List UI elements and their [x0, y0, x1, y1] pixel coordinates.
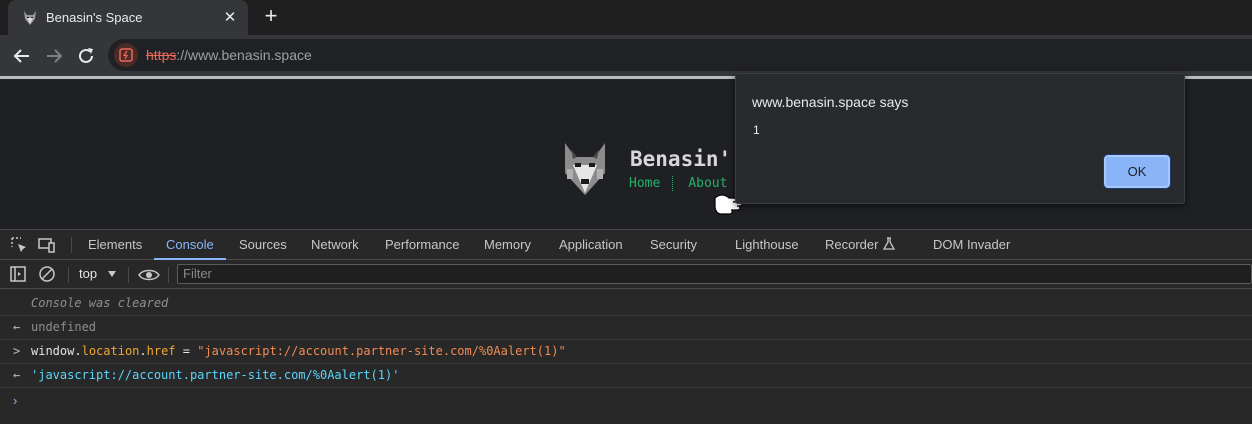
result-value: undefined [31, 320, 97, 334]
code-dot: . [74, 344, 82, 358]
result-arrow-icon: ← [13, 320, 21, 334]
site-nav: Home About [629, 176, 739, 191]
browser-toolbar: https://www.benasin.space [0, 35, 1252, 76]
code-operator: = [175, 344, 198, 358]
toolbar-separator [128, 267, 129, 283]
tab-sources[interactable]: Sources [239, 230, 287, 260]
wolf-avatar-icon [565, 143, 605, 195]
url-rest: ://www.benasin.space [176, 47, 312, 63]
back-arrow-icon[interactable] [10, 44, 34, 68]
not-secure-icon[interactable] [114, 43, 138, 67]
flask-icon [882, 237, 896, 250]
device-toolbar-icon[interactable] [38, 236, 56, 254]
tab-console[interactable]: Console [154, 230, 226, 260]
console-message: Console was cleared [0, 292, 1252, 316]
tab-strip: Benasin's Space ✕ + [0, 0, 1252, 35]
chevron-down-icon[interactable] [108, 271, 116, 277]
forward-arrow-icon[interactable] [42, 44, 66, 68]
ok-button[interactable]: OK [1103, 154, 1171, 189]
inspect-element-icon[interactable] [10, 236, 28, 254]
code-object: window [31, 344, 75, 358]
tab-application[interactable]: Application [559, 230, 623, 260]
toolbar-separator [68, 267, 69, 283]
site-title: Benasin' [630, 147, 732, 171]
code-string: "javascript://account.partner-site.com/%… [197, 344, 566, 358]
devtools-separator [71, 237, 72, 253]
tab-security[interactable]: Security [650, 230, 697, 260]
tab-title: Benasin's Space [46, 10, 143, 25]
url-text[interactable]: https://www.benasin.space [146, 47, 312, 63]
wolf-favicon-icon [24, 10, 36, 25]
console-cleared-text: Console was cleared [31, 296, 169, 310]
browser-tab[interactable]: Benasin's Space ✕ [8, 0, 248, 35]
alert-dialog: www.benasin.space says 1 OK [735, 73, 1185, 204]
code-prop-location: location [81, 344, 140, 358]
console-toolbar: top Filter [0, 261, 1252, 289]
tab-memory[interactable]: Memory [484, 230, 531, 260]
url-scheme: https [146, 47, 177, 63]
console-result: ← undefined [0, 316, 1252, 340]
eye-icon[interactable] [138, 266, 160, 284]
console-output: Console was cleared ← undefined > window… [0, 290, 1252, 424]
nav-link-about[interactable]: About [688, 176, 739, 191]
code-dot: . [139, 344, 147, 358]
nav-separator [672, 176, 674, 191]
nav-link-home[interactable]: Home [629, 176, 672, 191]
input-chevron-icon: > [13, 344, 21, 358]
code-prop-href: href [146, 344, 176, 358]
sidebar-toggle-icon[interactable] [9, 265, 27, 283]
context-select[interactable]: top [79, 266, 97, 281]
result-arrow-icon: ← [13, 368, 21, 382]
clear-console-icon[interactable] [38, 265, 56, 283]
toolbar-separator [168, 267, 169, 283]
tab-recorder[interactable]: Recorder [825, 230, 878, 260]
tab-elements[interactable]: Elements [88, 230, 142, 260]
tab-dom-invader[interactable]: DOM Invader [933, 230, 1010, 260]
console-input-code: window.location.href = "javascript://acc… [31, 340, 566, 363]
console-result: ← 'javascript://account.partner-site.com… [0, 364, 1252, 388]
tab-lighthouse[interactable]: Lighthouse [735, 230, 799, 260]
filter-input[interactable]: Filter [177, 264, 1252, 284]
devtools-tab-bar: Elements Console Sources Network Perform… [0, 230, 1252, 260]
console-input-line: > window.location.href = "javascript://a… [0, 340, 1252, 364]
dialog-message: 1 [753, 123, 760, 137]
address-bar[interactable]: https://www.benasin.space [108, 39, 1252, 71]
console-prompt[interactable]: › [13, 393, 17, 408]
close-tab-icon[interactable]: ✕ [222, 9, 238, 26]
result-value: 'javascript://account.partner-site.com/%… [31, 368, 400, 382]
dialog-title: www.benasin.space says [752, 94, 909, 110]
tab-performance[interactable]: Performance [385, 230, 459, 260]
reload-icon[interactable] [74, 44, 98, 68]
new-tab-button[interactable]: + [260, 5, 282, 28]
devtools-panel: Elements Console Sources Network Perform… [0, 229, 1252, 424]
tab-network[interactable]: Network [311, 230, 359, 260]
